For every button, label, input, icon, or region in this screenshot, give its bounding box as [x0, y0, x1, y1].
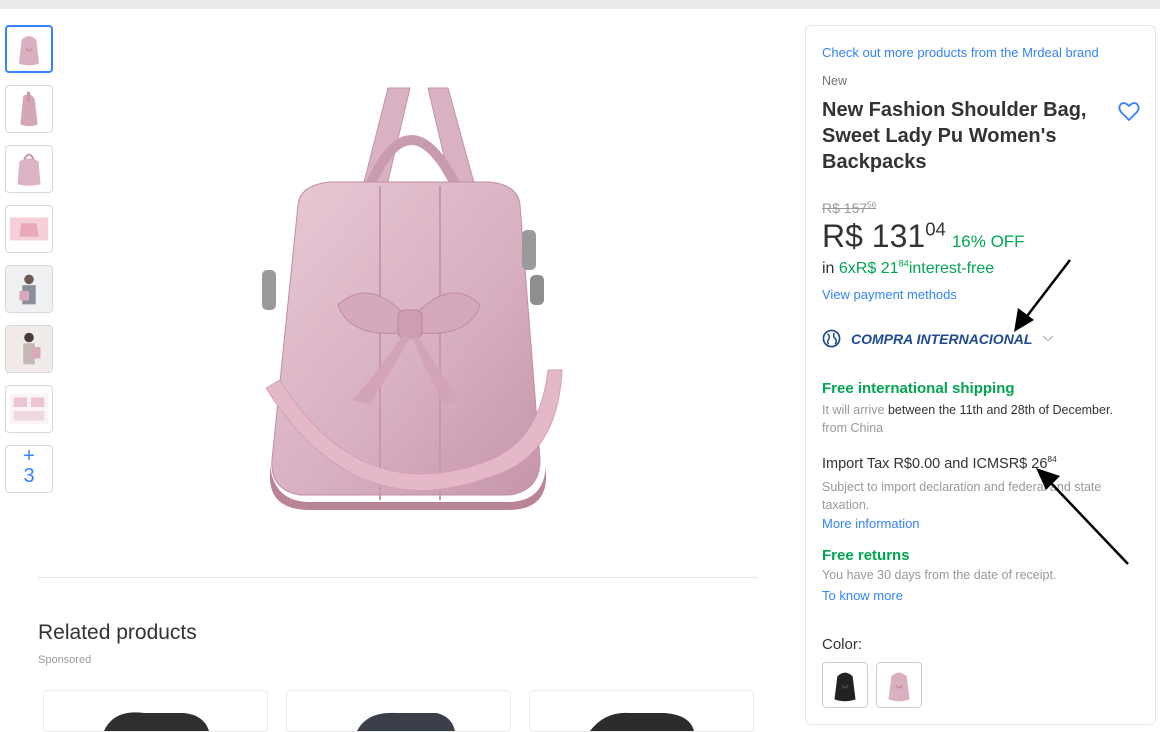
main-product-image[interactable] — [240, 70, 580, 540]
thumbnail-7[interactable] — [5, 385, 53, 433]
import-tax-text: Import Tax R$0.00 and ICMSR$ 2684 — [822, 454, 1057, 472]
brand-link[interactable]: Check out more products from the Mrdeal … — [822, 45, 1099, 60]
international-purchase-toggle[interactable]: COMPRA INTERNACIONAL — [822, 329, 1054, 348]
thumbnail-3[interactable] — [5, 145, 53, 193]
thumbnail-gallery: + 3 — [5, 25, 55, 505]
color-label: Color: — [822, 636, 863, 653]
sponsored-label: Sponsored — [38, 654, 92, 666]
import-tax-subtext: Subject to import declaration and federa… — [822, 480, 1102, 512]
color-swatch-black[interactable] — [822, 662, 868, 708]
product-title: New Fashion Shoulder Bag, Sweet Lady Pu … — [822, 99, 1087, 173]
related-product-card[interactable] — [43, 690, 268, 732]
thumbnail-more[interactable]: + 3 — [5, 445, 53, 493]
thumbnail-1[interactable] — [5, 25, 53, 73]
related-product-card[interactable] — [286, 690, 511, 732]
chevron-down-icon — [1043, 335, 1054, 342]
purchase-panel: Check out more products from the Mrdeal … — [805, 25, 1156, 725]
thumbnail-6[interactable] — [5, 325, 53, 373]
returns-description: You have 30 days from the date of receip… — [822, 568, 1057, 582]
payment-methods-link[interactable]: View payment methods — [822, 287, 957, 302]
more-information-link[interactable]: More information — [822, 516, 920, 531]
globe-icon — [822, 329, 841, 348]
thumbnail-2[interactable] — [5, 85, 53, 133]
more-plus: + — [23, 445, 35, 467]
returns-title: Free returns — [822, 547, 910, 564]
original-price: R$ 15756 — [822, 200, 877, 216]
color-swatch-pink[interactable] — [876, 662, 922, 708]
related-product-card[interactable] — [529, 690, 754, 732]
top-bar — [0, 0, 1160, 9]
price-row: R$ 13104 16% OFF — [822, 218, 1025, 255]
current-price: R$ 13104 — [822, 218, 946, 254]
shipping-description: It will arrive between the 11th and 28th… — [822, 403, 1113, 435]
thumbnail-5[interactable] — [5, 265, 53, 313]
condition-label: New — [822, 74, 848, 88]
shipping-title: Free international shipping — [822, 380, 1015, 397]
more-count: 3 — [23, 465, 35, 487]
know-more-link[interactable]: To know more — [822, 588, 903, 603]
international-purchase-label: COMPRA INTERNACIONAL — [851, 330, 1033, 347]
heart-icon[interactable] — [1117, 99, 1141, 123]
discount-badge: 16% OFF — [951, 232, 1025, 251]
thumbnail-4[interactable] — [5, 205, 53, 253]
related-products-title: Related products — [38, 621, 197, 644]
installments-text: in 6xR$ 2184interest-free — [822, 258, 995, 277]
section-divider — [38, 577, 758, 578]
